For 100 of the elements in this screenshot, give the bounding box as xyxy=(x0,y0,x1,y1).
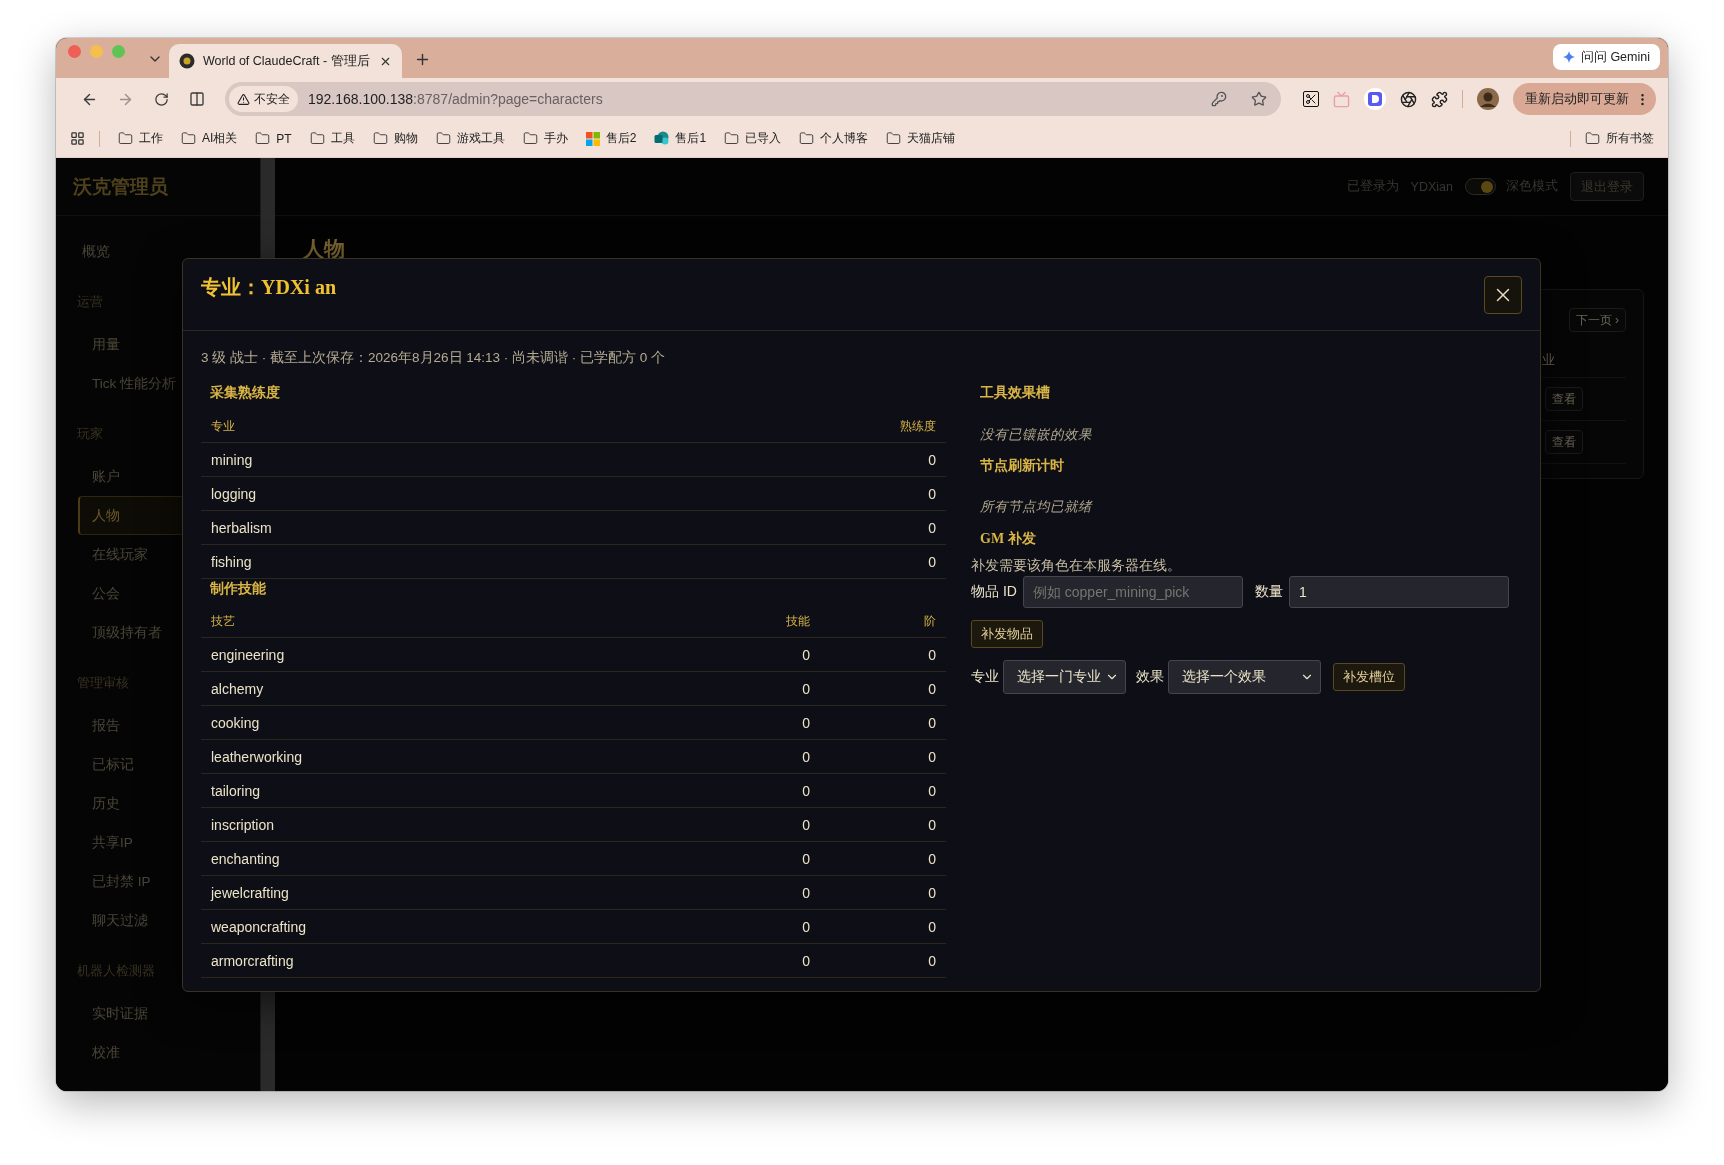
aperture-icon[interactable] xyxy=(1400,90,1417,108)
field-label: 物品 ID xyxy=(971,583,1017,601)
folder-icon xyxy=(372,131,388,146)
item-id-field[interactable]: 例如 copper_mining_pick xyxy=(1022,576,1243,608)
table-cell-text: 0 xyxy=(801,680,810,697)
column-header: 阶 xyxy=(923,612,936,630)
table-cell-text: alchemy xyxy=(211,680,265,697)
table-cell-text: 0 xyxy=(801,884,810,901)
effect-select[interactable]: 选择一个效果 xyxy=(1168,660,1321,694)
grant-item-button[interactable]: 补发物品 xyxy=(971,620,1043,648)
folder-icon xyxy=(1585,131,1600,146)
table-cell-text: 0 xyxy=(801,646,810,663)
quantity-field[interactable]: 1 xyxy=(1288,576,1509,608)
bookmark[interactable]: 售后1 xyxy=(654,130,707,147)
browser-tab[interactable]: World of ClaudeCraft - 管理后 xyxy=(169,44,402,78)
dark-mode-toggle[interactable] xyxy=(1465,178,1496,195)
bookmark[interactable]: PT xyxy=(255,131,292,146)
address-bar[interactable]: 不安全 192.168.100.138:8787/admin?page=characters xyxy=(225,82,1281,116)
scissors-icon[interactable] xyxy=(1303,91,1319,107)
bookmark[interactable]: 购物 xyxy=(372,130,418,147)
bookmark[interactable]: 所有书签 xyxy=(1585,130,1654,147)
reload-icon[interactable] xyxy=(153,91,169,107)
empty-text: 没有已镶嵌的效果 xyxy=(979,426,1092,444)
summary-text: 3 级 战士 · 截至上次保存：2026年8月26日 14:13 · 尚未调谐 · 已学配方 0 个 xyxy=(201,349,667,367)
update-button[interactable]: 重新启动即可更新 xyxy=(1513,83,1656,115)
table-cell-text: 0 xyxy=(801,918,810,935)
folder-icon xyxy=(724,131,740,146)
security-chip[interactable]: 不安全 xyxy=(229,86,298,112)
field-label: 效果 xyxy=(1136,668,1164,686)
table-cell-text: 0 xyxy=(927,519,936,536)
empty-text: 所有节点均已就绪 xyxy=(979,498,1092,516)
column-header: 技能 xyxy=(785,612,810,630)
url-text: 192.168.100.138:8787/admin?page=characters xyxy=(308,91,604,107)
table-cell-text: 0 xyxy=(927,748,936,765)
table-cell-text: 0 xyxy=(801,816,810,833)
table-cell-text: cooking xyxy=(211,714,261,731)
table-cell-text: 0 xyxy=(927,714,936,731)
apps-icon[interactable] xyxy=(70,131,85,146)
table-cell-text: inscription xyxy=(211,816,276,833)
table-cell-text: 0 xyxy=(801,714,810,731)
globe-icon xyxy=(654,131,670,146)
bookmark[interactable]: 个人博客 xyxy=(799,130,869,147)
key-icon[interactable] xyxy=(1211,91,1227,107)
table-cell-text: 0 xyxy=(801,952,810,969)
field-label: 数量 xyxy=(1254,583,1283,601)
bookmark-star-icon[interactable] xyxy=(1251,91,1267,107)
close-button[interactable] xyxy=(1484,276,1522,314)
column-header: 专业 xyxy=(211,417,236,435)
table-cell-text: 0 xyxy=(801,782,810,799)
table-cell-text: 0 xyxy=(927,850,936,867)
table-cell-text: armorcrafting xyxy=(211,952,295,969)
folder-icon xyxy=(886,131,902,146)
folder-icon xyxy=(181,131,196,146)
bookmark[interactable]: 手办 xyxy=(522,130,568,147)
next-page-button[interactable]: 下一页 › xyxy=(1568,308,1626,332)
page-title: 人物 xyxy=(303,237,345,261)
table-cell-text: 0 xyxy=(927,680,936,697)
table-cell-text: 0 xyxy=(927,485,936,502)
folder-icon xyxy=(118,131,133,146)
table-cell-text: tailoring xyxy=(211,782,262,799)
bookmark[interactable]: 工具 xyxy=(309,130,355,147)
section-heading: GM 补发 xyxy=(979,530,1036,548)
table-cell-text: 0 xyxy=(927,553,936,570)
column-header: 业 xyxy=(1542,352,1555,369)
sparkle-icon xyxy=(1562,51,1575,63)
tiles-icon xyxy=(585,131,600,146)
table-cell-text: engineering xyxy=(211,646,286,663)
bookmark[interactable]: 售后2 xyxy=(585,130,637,147)
table-cell-text: fishing xyxy=(211,553,253,570)
tab-title: World of ClaudeCraft - 管理后 xyxy=(203,52,371,70)
table-cell-text: leatherworking xyxy=(211,748,304,765)
bookmark[interactable]: 已导入 xyxy=(724,130,782,147)
extensions-icon[interactable] xyxy=(1431,90,1448,108)
warning-icon xyxy=(237,92,250,106)
bookmark[interactable]: AI相关 xyxy=(181,130,238,147)
table-cell-text: weaponcrafting xyxy=(211,918,307,935)
avatar-icon[interactable] xyxy=(1477,88,1499,110)
emblem-icon xyxy=(179,53,195,69)
split-view-icon[interactable] xyxy=(189,91,205,107)
table-cell-text: 0 xyxy=(927,451,936,468)
folder-icon xyxy=(799,131,815,146)
profession-select[interactable]: 选择一门专业 xyxy=(1003,660,1126,694)
folder-icon xyxy=(309,131,325,146)
column-header: 技艺 xyxy=(211,612,236,630)
section-heading: 工具效果槽 xyxy=(979,384,1050,402)
note-text: 补发需要该角色在本服务器在线。 xyxy=(971,557,1181,575)
folder-icon xyxy=(522,131,538,146)
field-label: 专业 xyxy=(971,668,999,686)
bookmark[interactable]: 游戏工具 xyxy=(435,130,505,147)
grant-slot-button[interactable]: 补发槽位 xyxy=(1333,663,1405,691)
table-cell-text: 0 xyxy=(927,782,936,799)
section-heading: 节点刷新计时 xyxy=(979,457,1064,475)
folder-icon xyxy=(255,131,271,146)
gemini-button[interactable]: 问问 Gemini xyxy=(1552,44,1660,70)
bookmark[interactable]: 天猫店铺 xyxy=(886,130,956,147)
bookmark[interactable]: 工作 xyxy=(118,130,163,147)
new-tab-icon[interactable] xyxy=(414,51,431,68)
table-cell-text: 0 xyxy=(927,646,936,663)
table-cell-text: enchanting xyxy=(211,850,281,867)
extension-icon[interactable] xyxy=(1364,88,1386,110)
